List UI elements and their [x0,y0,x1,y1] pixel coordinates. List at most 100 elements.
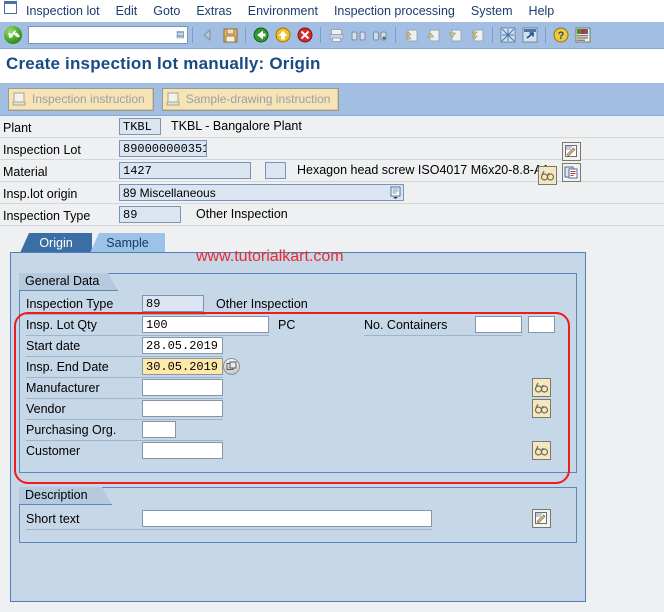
general-data-title: General Data [19,273,118,291]
menu-inspection-lot-label: Inspection lot [26,4,100,18]
tab-sample[interactable]: Sample [90,233,165,253]
field-divider [26,529,432,530]
inspection-instruction-button[interactable]: Inspection instruction [8,87,154,111]
long-text-icon[interactable] [532,509,551,528]
gd-no-containers-input-2[interactable] [528,316,555,333]
gd-insp-end-date-label: Insp. End Date [26,360,109,374]
field-divider [26,377,223,378]
field-divider [364,335,522,336]
enter-icon[interactable]: ✓ [4,26,22,44]
field-divider [26,398,223,399]
vendor-search-icon[interactable] [532,399,551,418]
document-icon [165,91,181,107]
new-session-icon[interactable] [498,25,518,45]
plant-row: Plant [3,118,32,137]
menu-inspection-processing[interactable]: Inspection processing [326,0,463,22]
cancel-icon[interactable] [295,25,315,45]
find-next-icon[interactable] [370,25,390,45]
menu-edit-label: Edit [115,4,138,18]
menu-system-label: System [470,4,513,18]
gd-inspection-type-input[interactable]: 89 [142,295,204,312]
menu-inspection-processing-label: Inspection processing [333,4,455,18]
gd-manufacturer-label: Manufacturer [26,381,100,395]
save-icon[interactable] [220,25,240,45]
manufacturer-search-icon[interactable] [532,378,551,397]
gd-purchasing-org-input[interactable] [142,421,176,438]
inspection-type-row: Inspection Type [3,206,90,225]
insp-lot-origin-label: Insp.lot origin [3,186,78,201]
short-text-label: Short text [26,512,80,526]
last-page-icon[interactable] [467,25,487,45]
gd-inspection-type-description: Other Inspection [216,297,308,311]
tab-origin[interactable]: Origin [20,233,92,253]
customer-search-icon[interactable] [532,441,551,460]
menu-help[interactable]: Help [521,0,563,22]
watermark-text: www.tutorialkart.com [196,248,344,265]
toolbar-separator [545,27,546,43]
gd-start-date-input[interactable]: 28.05.2019 [142,337,223,354]
gd-vendor-input[interactable] [142,400,223,417]
next-page-icon[interactable] [445,25,465,45]
inspection-lot-input[interactable]: 890000000351 [119,140,207,157]
customize-local-layout-icon[interactable] [573,25,593,45]
sample-drawing-instruction-button[interactable]: Sample-drawing instruction [161,87,340,111]
menu-goto-label: Goto [153,4,181,18]
description-group: Description Short text [19,487,577,543]
menu-goto[interactable]: Goto [145,0,188,22]
date-picker-icon[interactable] [223,358,240,375]
gd-manufacturer-input[interactable] [142,379,223,396]
menu-bar: Inspection lot Edit Goto Extras Environm… [0,0,664,24]
find-icon[interactable] [348,25,368,45]
material-description: Hexagon head screw ISO4017 M6x20-8.8-A1 [297,163,550,177]
exit-icon[interactable] [273,25,293,45]
menu-environment-label: Environment [247,4,318,18]
material-input[interactable]: 1427 [119,162,251,179]
menu-extras[interactable]: Extras [188,0,239,22]
inspection-lot-row: Inspection Lot [3,140,81,159]
gd-purchasing-org-label: Purchasing Org. [26,423,117,437]
gd-no-containers-label: No. Containers [364,318,448,332]
menu-environment[interactable]: Environment [240,0,326,22]
inspection-type-input[interactable]: 89 [119,206,181,223]
menu-system[interactable]: System [463,0,521,22]
material-extra-input[interactable] [265,162,286,179]
svg-text:?: ? [558,30,565,42]
insp-lot-origin-combo[interactable]: 89 Miscellaneous [119,184,404,201]
header-fields-panel: Plant TKBL TKBL - Bangalore Plant Inspec… [0,116,664,233]
print-icon[interactable] [326,25,346,45]
command-field[interactable]: ▤ [28,26,188,44]
first-page-icon[interactable] [401,25,421,45]
tab-sample-label: Sample [106,236,149,250]
system-toolbar: ✓ ▤ ? [0,22,664,49]
page-title: Create inspection lot manually: Origin [6,54,321,73]
gd-insp-lot-qty-input[interactable]: 100 [142,316,269,333]
toolbar-separator [192,27,193,43]
material-label: Material [3,164,48,179]
gd-inspection-type-label: Inspection Type [26,297,114,311]
menu-edit[interactable]: Edit [108,0,146,22]
menu-help-label: Help [528,4,555,18]
long-text-edit-icon[interactable] [562,142,581,161]
value-help-icon[interactable] [390,186,401,199]
sample-drawing-instruction-label: Sample-drawing instruction [185,92,331,106]
help-icon[interactable]: ? [551,25,571,45]
gd-insp-end-date-input[interactable]: 30.05.2019 [142,358,223,375]
gd-customer-label: Customer [26,444,81,458]
tab-origin-label: Origin [39,236,73,250]
back-icon[interactable] [251,25,271,45]
plant-input[interactable]: TKBL [119,118,161,135]
inspection-type-description: Other Inspection [196,207,288,221]
window-icon [2,1,18,15]
back-nav-icon[interactable] [198,25,218,45]
gd-no-containers-input[interactable] [475,316,522,333]
toolbar-separator [320,27,321,43]
create-shortcut-icon[interactable] [520,25,540,45]
command-field-dropdown-icon[interactable]: ▤ [176,28,185,40]
material-search-icon[interactable] [538,166,557,185]
short-text-input[interactable] [142,510,432,527]
field-divider [0,203,664,204]
menu-inspection-lot[interactable]: Inspection lot [18,0,108,22]
previous-page-icon[interactable] [423,25,443,45]
display-material-icon[interactable] [562,163,581,182]
gd-customer-input[interactable] [142,442,223,459]
